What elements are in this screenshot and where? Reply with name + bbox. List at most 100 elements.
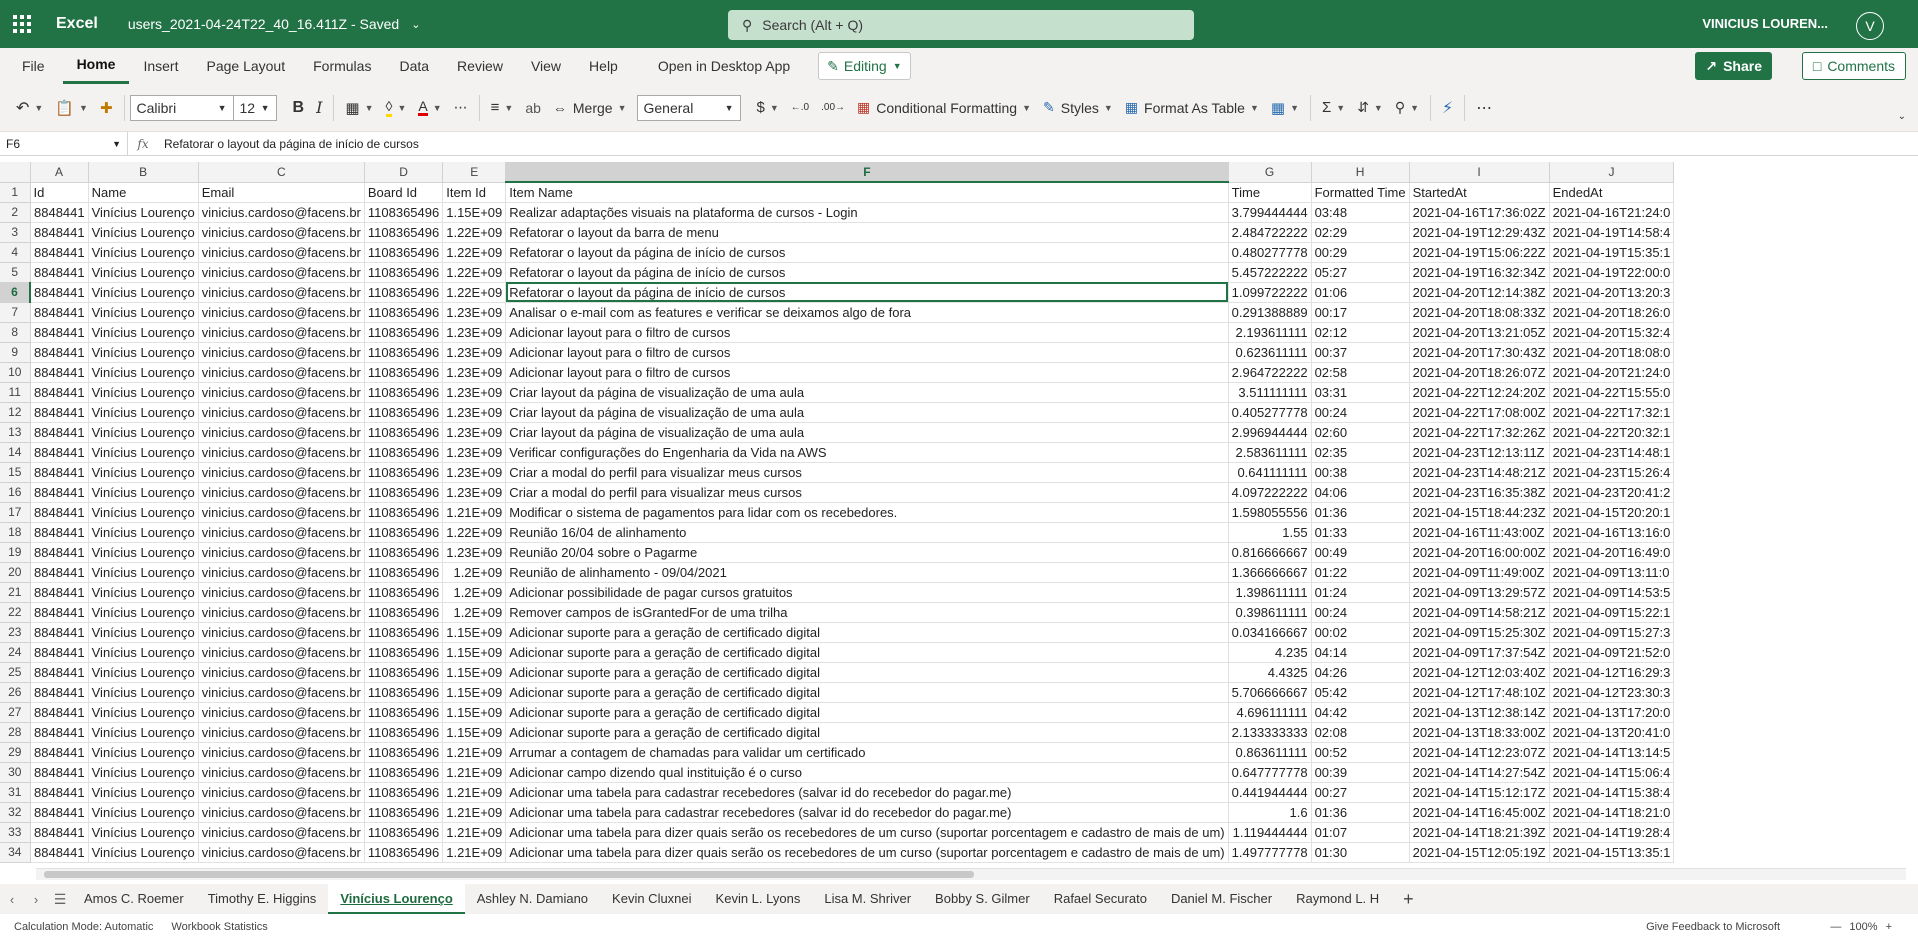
cell[interactable]: 2021-04-19T16:32:34Z xyxy=(1409,262,1550,283)
cell[interactable]: 2021-04-09T17:37:54Z xyxy=(1409,642,1550,663)
borders-button[interactable]: ▦ ▼ xyxy=(339,93,379,123)
cell[interactable]: 1108365496 xyxy=(364,762,444,783)
cell[interactable]: vinicius.cardoso@facens.br xyxy=(198,562,365,583)
cell[interactable]: Adicionar suporte para a geração de cert… xyxy=(505,662,1229,683)
cell[interactable]: 01:24 xyxy=(1311,582,1410,603)
cell[interactable]: 1108365496 xyxy=(364,282,444,303)
cell[interactable]: Adicionar possibilidade de pagar cursos … xyxy=(505,582,1229,603)
cell[interactable]: vinicius.cardoso@facens.br xyxy=(198,382,365,403)
cell[interactable]: vinicius.cardoso@facens.br xyxy=(198,522,365,543)
cell[interactable]: 1.15E+09 xyxy=(442,642,507,663)
cell[interactable]: 04:14 xyxy=(1311,642,1410,663)
workbook-statistics[interactable]: Workbook Statistics xyxy=(171,921,267,933)
feedback-link[interactable]: Give Feedback to Microsoft xyxy=(1646,921,1780,933)
cell[interactable]: 2021-04-14T15:12:17Z xyxy=(1409,782,1550,803)
cell[interactable]: 00:17 xyxy=(1311,302,1410,323)
cell[interactable]: 2021-04-19T14:58:4 xyxy=(1549,222,1675,243)
cell[interactable]: vinicius.cardoso@facens.br xyxy=(198,342,365,363)
menu-file[interactable]: File xyxy=(0,48,63,84)
cell[interactable]: Board Id xyxy=(364,182,444,203)
sheet-tab[interactable]: Kevin Cluxnei xyxy=(600,884,704,914)
cell[interactable]: 2021-04-23T12:13:11Z xyxy=(1409,442,1550,463)
cell[interactable]: 8848441 xyxy=(30,702,89,723)
menu-data[interactable]: Data xyxy=(385,48,443,84)
cell[interactable]: Analisar o e-mail com as features e veri… xyxy=(505,302,1229,323)
column-header-g[interactable]: G xyxy=(1228,162,1312,183)
align-button[interactable]: ≡ ▼ xyxy=(485,93,520,123)
cell[interactable]: Adicionar uma tabela para cadastrar rece… xyxy=(505,782,1229,803)
row-header[interactable]: 28 xyxy=(0,722,31,743)
cell[interactable]: StartedAt xyxy=(1409,182,1550,203)
cell[interactable]: 1108365496 xyxy=(364,822,444,843)
paste-button[interactable]: 📋 ▼ xyxy=(49,93,94,123)
cell[interactable]: 00:52 xyxy=(1311,742,1410,763)
cell[interactable]: 2021-04-15T20:20:1 xyxy=(1549,502,1675,523)
cell[interactable]: 2021-04-09T11:49:00Z xyxy=(1409,562,1550,583)
cell[interactable]: 1.23E+09 xyxy=(442,302,507,323)
bold-button[interactable]: B xyxy=(287,93,311,123)
cell[interactable]: 2021-04-22T17:08:00Z xyxy=(1409,402,1550,423)
cell[interactable]: 01:22 xyxy=(1311,562,1410,583)
row-header[interactable]: 26 xyxy=(0,682,31,703)
cell[interactable]: Vinícius Lourenço xyxy=(88,202,199,223)
cell[interactable]: 1.21E+09 xyxy=(442,762,507,783)
cell[interactable]: vinicius.cardoso@facens.br xyxy=(198,662,365,683)
cell[interactable]: 2021-04-20T18:08:33Z xyxy=(1409,302,1550,323)
cell[interactable]: Reunião 16/04 de alinhamento xyxy=(505,522,1229,543)
cell[interactable]: 2021-04-09T14:53:5 xyxy=(1549,582,1675,603)
cell[interactable]: Vinícius Lourenço xyxy=(88,462,199,483)
insert-cells-button[interactable]: ▦ ▼ xyxy=(1265,93,1305,123)
cell[interactable]: 2021-04-20T15:32:4 xyxy=(1549,322,1675,343)
column-header-h[interactable]: H xyxy=(1311,162,1410,183)
cell[interactable]: 2021-04-09T14:58:21Z xyxy=(1409,602,1550,623)
cell[interactable]: EndedAt xyxy=(1549,182,1675,203)
row-header[interactable]: 15 xyxy=(0,462,31,483)
cell[interactable]: 1.21E+09 xyxy=(442,822,507,843)
cell[interactable]: 2021-04-20T18:26:07Z xyxy=(1409,362,1550,383)
cell[interactable]: Criar a modal do perfil para visualizar … xyxy=(505,482,1229,503)
cell[interactable]: Adicionar suporte para a geração de cert… xyxy=(505,722,1229,743)
cell[interactable]: Criar layout da página de visualização d… xyxy=(505,422,1229,443)
cell[interactable]: Vinícius Lourenço xyxy=(88,522,199,543)
cell[interactable]: Modificar o sistema de pagamentos para l… xyxy=(505,502,1229,523)
cell[interactable]: 1108365496 xyxy=(364,782,444,803)
cell[interactable]: 1.23E+09 xyxy=(442,422,507,443)
cell[interactable]: 8848441 xyxy=(30,602,89,623)
sheet-tab[interactable]: Kevin L. Lyons xyxy=(704,884,813,914)
cell[interactable]: Adicionar uma tabela para dizer quais se… xyxy=(505,842,1229,863)
cell[interactable]: 2.583611111 xyxy=(1228,442,1312,463)
cell[interactable]: 00:24 xyxy=(1311,602,1410,623)
row-header[interactable]: 10 xyxy=(0,362,31,383)
cell[interactable]: Vinícius Lourenço xyxy=(88,262,199,283)
cell[interactable]: Vinícius Lourenço xyxy=(88,622,199,643)
cell[interactable]: 1.15E+09 xyxy=(442,722,507,743)
cell[interactable]: vinicius.cardoso@facens.br xyxy=(198,742,365,763)
format-as-table-button[interactable]: ▦ Format As Table ▼ xyxy=(1119,93,1265,123)
cell[interactable]: 4.235 xyxy=(1228,642,1312,663)
cell[interactable]: 1.119444444 xyxy=(1228,822,1312,843)
cell[interactable]: Vinícius Lourenço xyxy=(88,802,199,823)
more-font-options-button[interactable]: ⋯ xyxy=(448,93,474,123)
cell[interactable]: 2021-04-23T20:41:2 xyxy=(1549,482,1675,503)
cell[interactable]: 1.23E+09 xyxy=(442,362,507,383)
cell[interactable]: Vinícius Lourenço xyxy=(88,342,199,363)
cell[interactable]: 2021-04-16T17:36:02Z xyxy=(1409,202,1550,223)
cell[interactable]: Vinícius Lourenço xyxy=(88,282,199,303)
cell[interactable]: 0.623611111 xyxy=(1228,342,1312,363)
cell[interactable]: Vinícius Lourenço xyxy=(88,722,199,743)
cell[interactable]: 1.15E+09 xyxy=(442,202,507,223)
cell[interactable]: vinicius.cardoso@facens.br xyxy=(198,262,365,283)
row-header[interactable]: 8 xyxy=(0,322,31,343)
sheet-tab[interactable]: Timothy E. Higgins xyxy=(196,884,329,914)
cell[interactable]: 1.23E+09 xyxy=(442,382,507,403)
font-size-select[interactable]: 12 ▼ xyxy=(232,94,277,121)
cell[interactable]: 0.291388889 xyxy=(1228,302,1312,323)
row-header[interactable]: 25 xyxy=(0,662,31,683)
cell[interactable]: 1108365496 xyxy=(364,242,444,263)
cell[interactable]: 2021-04-20T16:00:00Z xyxy=(1409,542,1550,563)
cell[interactable]: 1108365496 xyxy=(364,522,444,543)
cell[interactable]: 1.21E+09 xyxy=(442,802,507,823)
sheet-tab[interactable]: Lisa M. Shriver xyxy=(812,884,923,914)
share-button[interactable]: ↗ Share xyxy=(1695,52,1772,80)
open-desktop-app-button[interactable]: Open in Desktop App xyxy=(644,48,804,84)
